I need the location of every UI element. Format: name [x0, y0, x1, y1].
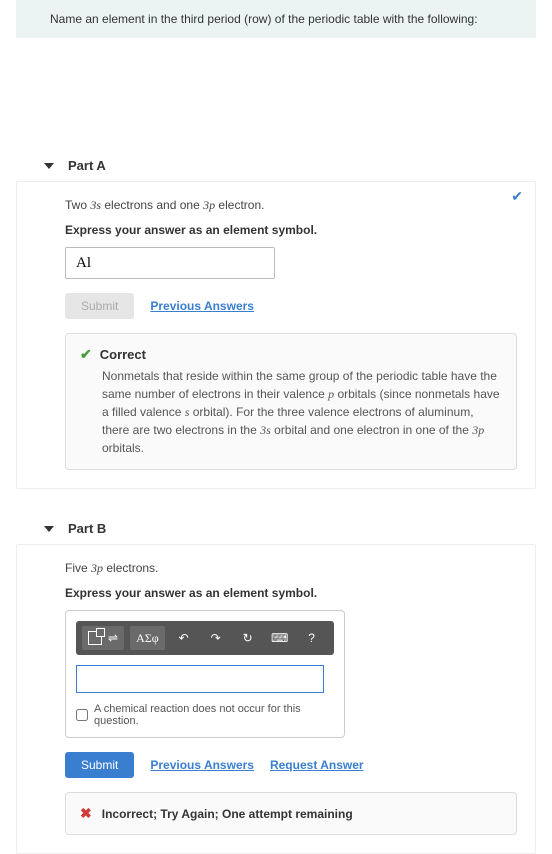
- greek-button[interactable]: ΑΣφ: [130, 626, 165, 650]
- incorrect-text: Incorrect; Try Again; One attempt remain…: [102, 807, 353, 821]
- check-icon: ✔: [511, 188, 523, 205]
- part-b-title: Part B: [68, 521, 106, 536]
- reset-icon[interactable]: ↻: [235, 626, 261, 650]
- part-a-title: Part A: [68, 158, 106, 173]
- feedback-text: Nonmetals that reside within the same gr…: [102, 367, 502, 457]
- part-a-previous-answers-link[interactable]: Previous Answers: [150, 299, 254, 313]
- x-icon: ✖: [80, 805, 92, 822]
- chevron-down-icon: [44, 163, 54, 169]
- redo-icon[interactable]: ↷: [203, 626, 229, 650]
- part-a: Part A ✔ Two 3s electrons and one 3p ele…: [16, 146, 536, 489]
- keyboard-icon[interactable]: ⌨: [267, 626, 293, 650]
- feedback-title: Correct: [100, 347, 146, 362]
- part-b-submit-button[interactable]: Submit: [65, 752, 134, 778]
- incorrect-feedback: ✖ Incorrect; Try Again; One attempt rema…: [65, 792, 517, 835]
- question-prompt: Name an element in the third period (row…: [16, 0, 536, 38]
- part-b: Part B Five 3p electrons. Express your a…: [16, 509, 536, 854]
- part-b-previous-answers-link[interactable]: Previous Answers: [150, 758, 254, 772]
- part-a-submit-button: Submit: [65, 293, 134, 319]
- part-a-feedback: ✔ Correct Nonmetals that reside within t…: [65, 333, 517, 470]
- check-icon: ✔: [80, 346, 92, 363]
- request-answer-link[interactable]: Request Answer: [270, 758, 364, 772]
- part-a-header[interactable]: Part A: [16, 146, 536, 181]
- part-a-answer-input[interactable]: [65, 247, 275, 279]
- part-b-answer-input[interactable]: [76, 665, 324, 693]
- no-reaction-label: A chemical reaction does not occur for t…: [94, 703, 334, 727]
- part-a-instruction: Express your answer as an element symbol…: [65, 223, 517, 237]
- part-b-prompt: Five 3p electrons.: [65, 561, 517, 576]
- help-icon[interactable]: ?: [299, 626, 325, 650]
- part-b-instruction: Express your answer as an element symbol…: [65, 586, 517, 600]
- part-b-header[interactable]: Part B: [16, 509, 536, 544]
- part-a-prompt: Two 3s electrons and one 3p electron.: [65, 198, 517, 213]
- equation-editor: ⇌ ΑΣφ ↶ ↷ ↻ ⌨ ? A chemical reaction does…: [65, 610, 345, 738]
- chevron-down-icon: [44, 526, 54, 532]
- template-button[interactable]: ⇌: [82, 626, 124, 650]
- editor-toolbar: ⇌ ΑΣφ ↶ ↷ ↻ ⌨ ?: [76, 621, 334, 655]
- no-reaction-checkbox[interactable]: [76, 709, 88, 721]
- undo-icon[interactable]: ↶: [171, 626, 197, 650]
